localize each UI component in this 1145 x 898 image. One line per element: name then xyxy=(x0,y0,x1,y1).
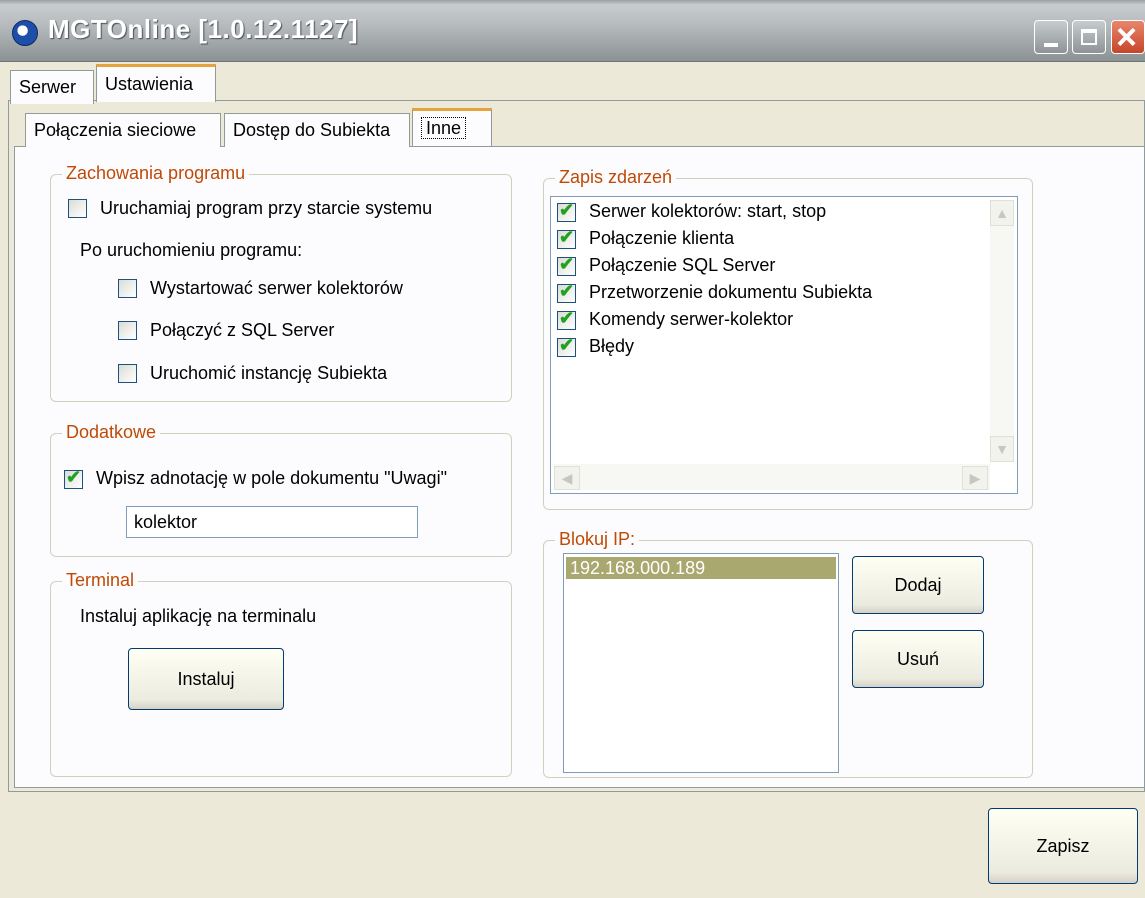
zachowania-legend: Zachowania programu xyxy=(62,163,250,184)
save-button[interactable]: Zapisz xyxy=(988,808,1138,884)
blocked-ip-list[interactable] xyxy=(563,553,839,773)
event-label-sql: Połączenie SQL Server xyxy=(589,255,776,275)
zapis-legend: Zapis zdarzeń xyxy=(555,167,677,188)
remove-ip-button[interactable]: Usuń xyxy=(852,630,984,688)
scroll-up-icon[interactable]: ▲ xyxy=(990,200,1014,226)
terminal-legend: Terminal xyxy=(62,570,139,591)
tab-dostep-do-subiekta[interactable]: Dostęp do Subiekta xyxy=(224,113,410,147)
checkmark-icon: ✔ xyxy=(559,308,575,328)
event-checkbox-commands[interactable]: ✔ xyxy=(557,308,576,330)
dodatkowe-group xyxy=(50,433,512,557)
dodatkowe-legend: Dodatkowe xyxy=(62,422,161,443)
title-bar[interactable]: MGTOnline [1.0.12.1127] × xyxy=(0,0,1145,62)
minimize-icon xyxy=(1044,43,1058,47)
tab-inne-label: Inne xyxy=(421,117,467,139)
window-title: MGTOnline [1.0.12.1127] xyxy=(48,14,359,44)
app-icon xyxy=(12,20,38,46)
close-button[interactable]: × xyxy=(1111,16,1145,57)
checkmark-icon: ✔ xyxy=(559,227,575,247)
scroll-down-icon[interactable]: ▼ xyxy=(990,436,1014,462)
checkmark-icon: ✔ xyxy=(559,281,575,301)
checkmark-icon: ✔ xyxy=(559,254,575,274)
event-checkbox-document[interactable]: ✔ xyxy=(557,281,576,303)
start-subiekt-label: Uruchomić instancję Subiekta xyxy=(150,363,388,383)
scroll-right-icon[interactable]: ▶ xyxy=(962,466,988,490)
event-label-start-stop: Serwer kolektorów: start, stop xyxy=(589,201,827,221)
connect-sql-server-label: Połączyć z SQL Server xyxy=(150,320,335,340)
install-description: Instaluj aplikację na terminalu xyxy=(80,606,317,626)
tab-ustawienia[interactable]: Ustawienia xyxy=(96,64,216,102)
event-list-hscroll[interactable] xyxy=(554,464,990,490)
checkmark-icon: ✔ xyxy=(559,200,575,220)
checkmark-icon: ✔ xyxy=(559,335,575,355)
blocked-ip-item[interactable]: 192.168.000.189 xyxy=(566,557,836,579)
annotation-input[interactable]: kolektor xyxy=(126,506,418,538)
event-checkbox-sql[interactable]: ✔ xyxy=(557,254,576,276)
event-checkbox-errors[interactable]: ✔ xyxy=(557,335,576,357)
blokuj-legend: Blokuj IP: xyxy=(555,529,640,550)
minimize-button[interactable] xyxy=(1034,20,1068,54)
event-label-document: Przetworzenie dokumentu Subiekta xyxy=(589,282,873,302)
connect-sql-server-checkbox[interactable] xyxy=(118,321,137,340)
add-ip-button[interactable]: Dodaj xyxy=(852,556,984,614)
maximize-button[interactable] xyxy=(1072,20,1106,54)
start-collector-server-label: Wystartować serwer kolektorów xyxy=(150,278,403,298)
event-label-commands: Komendy serwer-kolektor xyxy=(589,309,794,329)
scroll-left-icon[interactable]: ◀ xyxy=(554,466,580,490)
tab-polaczenia-sieciowe[interactable]: Połączenia sieciowe xyxy=(25,113,221,147)
event-label-errors: Błędy xyxy=(589,336,635,356)
after-start-label: Po uruchomieniu programu: xyxy=(80,240,303,260)
event-list-vscroll[interactable] xyxy=(990,200,1014,462)
annotate-label: Wpisz adnotację w pole dokumentu "Uwagi" xyxy=(96,468,447,488)
checkmark-icon: ✔ xyxy=(66,467,82,487)
tab-inne[interactable]: Inne xyxy=(412,108,492,146)
tab-serwer[interactable]: Serwer xyxy=(10,70,94,104)
event-checkbox-start-stop[interactable]: ✔ xyxy=(557,200,576,222)
event-label-client: Połączenie klienta xyxy=(589,228,735,248)
annotate-checkbox[interactable]: ✔ xyxy=(64,467,83,489)
event-checkbox-client[interactable]: ✔ xyxy=(557,227,576,249)
start-collector-server-checkbox[interactable] xyxy=(118,279,137,298)
install-button[interactable]: Instaluj xyxy=(128,648,284,710)
close-icon: × xyxy=(1116,16,1138,57)
autostart-label: Uruchamiaj program przy starcie systemu xyxy=(100,198,433,218)
maximize-icon xyxy=(1081,29,1097,45)
autostart-checkbox[interactable] xyxy=(68,199,87,218)
start-subiekt-checkbox[interactable] xyxy=(118,364,137,383)
